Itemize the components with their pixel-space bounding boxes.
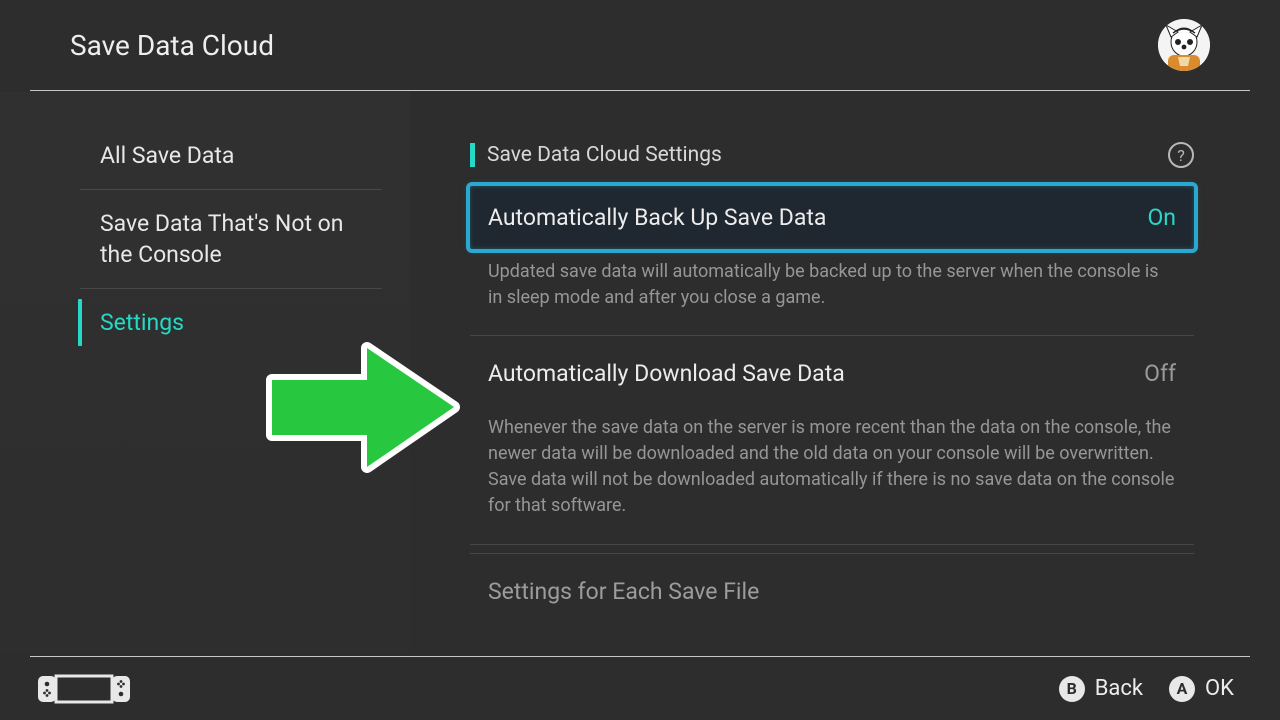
option-auto-backup: Automatically Back Up Save Data On Updat… — [470, 186, 1194, 336]
controller-icon[interactable] — [38, 673, 130, 705]
sidebar-item-not-on-console[interactable]: Save Data That's Not on the Console — [80, 190, 382, 289]
option-label: Automatically Download Save Data — [488, 360, 845, 387]
help-icon[interactable]: ? — [1168, 142, 1194, 168]
option-value: On — [1147, 204, 1176, 231]
back-label: Back — [1095, 676, 1143, 701]
header: Save Data Cloud — [0, 0, 1280, 90]
option-value: Off — [1144, 360, 1176, 387]
option-auto-backup-row[interactable]: Automatically Back Up Save Data On — [470, 186, 1194, 249]
ok-button[interactable]: A OK — [1169, 676, 1234, 702]
option-settings-per-file[interactable]: Settings for Each Save File — [470, 553, 1194, 605]
footer-actions: B Back A OK — [1059, 676, 1234, 702]
section-header: Save Data Cloud Settings ? — [470, 142, 1194, 168]
sidebar: All Save Data Save Data That's Not on th… — [0, 92, 410, 654]
option-description: Whenever the save data on the server is … — [470, 405, 1194, 525]
main-panel: Save Data Cloud Settings ? Automatically… — [410, 92, 1280, 654]
option-label: Automatically Back Up Save Data — [488, 204, 826, 231]
user-avatar[interactable] — [1158, 19, 1210, 71]
option-auto-download-row[interactable]: Automatically Download Save Data Off — [470, 342, 1194, 405]
page-title: Save Data Cloud — [70, 29, 274, 62]
a-button-icon: A — [1169, 676, 1195, 702]
back-button[interactable]: B Back — [1059, 676, 1143, 702]
sidebar-item-settings[interactable]: Settings — [80, 289, 382, 356]
b-button-icon: B — [1059, 676, 1085, 702]
option-auto-download: Automatically Download Save Data Off Whe… — [470, 342, 1194, 544]
section-title: Save Data Cloud Settings — [470, 143, 722, 167]
option-description: Updated save data will automatically be … — [470, 249, 1194, 317]
ok-label: OK — [1205, 676, 1234, 701]
sidebar-item-all-save-data[interactable]: All Save Data — [80, 122, 382, 190]
avatar-icon — [1158, 19, 1210, 71]
header-divider — [30, 90, 1250, 91]
body: All Save Data Save Data That's Not on th… — [0, 92, 1280, 654]
footer: B Back A OK — [30, 656, 1250, 720]
